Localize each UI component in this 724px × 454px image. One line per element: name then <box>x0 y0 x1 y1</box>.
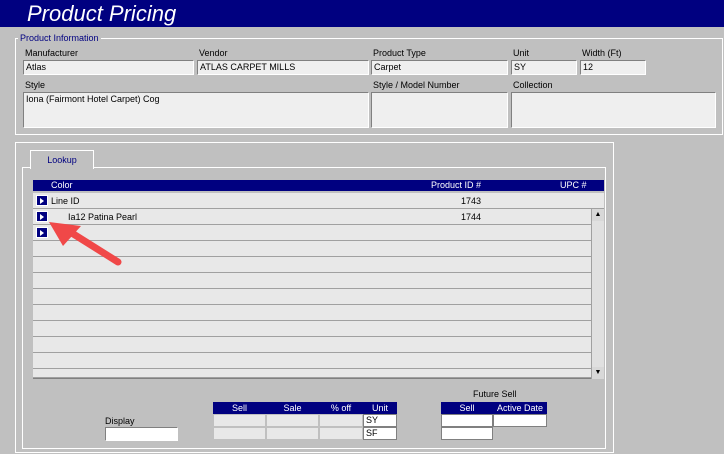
vendor-field[interactable]: ATLAS CARPET MILLS <box>197 60 369 75</box>
future-column-header-sell: Sell <box>441 402 493 414</box>
table-row[interactable] <box>33 289 591 305</box>
future-column-header-active-date: Active Date <box>493 402 547 414</box>
cell-product-id: 1744 <box>461 212 482 222</box>
price-pct-off-cell[interactable] <box>319 427 363 440</box>
unit-label: Unit <box>513 48 530 58</box>
manufacturer-label: Manufacturer <box>25 48 79 58</box>
price-pct-off-cell[interactable] <box>319 414 363 427</box>
column-header-color[interactable]: Color <box>51 180 73 191</box>
collection-label: Collection <box>513 80 553 90</box>
table-row[interactable] <box>33 305 591 321</box>
product-type-field[interactable]: Carpet <box>371 60 508 75</box>
grid-bottom-border <box>33 378 604 379</box>
annotation-arrow-icon <box>49 222 122 266</box>
style-field[interactable]: Iona (Fairmont Hotel Carpet) Cog <box>23 92 369 128</box>
collection-field[interactable] <box>511 92 716 128</box>
column-header-product-id[interactable]: Product ID # <box>431 180 481 191</box>
width-label: Width (Ft) <box>582 48 622 58</box>
future-sell-label: Future Sell <box>473 389 517 399</box>
product-information-label: Product Information <box>18 33 101 43</box>
lookup-grid-header: Color Product ID # UPC # <box>33 180 604 191</box>
table-row[interactable] <box>33 337 591 353</box>
style-label: Style <box>25 80 46 90</box>
scroll-down-icon[interactable]: ▼ <box>592 367 604 379</box>
grid-vertical-scrollbar[interactable]: ▲ ▼ <box>591 209 604 379</box>
cell-product-id: 1743 <box>461 196 482 206</box>
future-sell-field[interactable] <box>441 427 493 440</box>
price-sell-cell[interactable] <box>213 414 266 427</box>
window-title-bar: Product Pricing <box>0 0 724 27</box>
style-model-label: Style / Model Number <box>373 80 460 90</box>
style-model-field[interactable] <box>371 92 508 128</box>
price-sell-cell[interactable] <box>213 427 266 440</box>
display-field[interactable] <box>105 427 178 441</box>
price-unit-cell: SY <box>363 414 397 427</box>
product-type-label: Product Type <box>373 48 426 58</box>
cell-color: Line ID <box>51 196 80 206</box>
price-sale-cell[interactable] <box>266 427 319 440</box>
arrow-shaft <box>63 226 122 266</box>
price-unit-cell: SF <box>363 427 397 440</box>
table-row[interactable] <box>33 369 591 378</box>
scroll-up-icon[interactable]: ▲ <box>592 209 604 221</box>
display-label: Display <box>105 416 135 426</box>
column-header-upc[interactable]: UPC # <box>560 180 587 191</box>
tab-lookup[interactable]: Lookup <box>30 150 94 169</box>
table-row[interactable] <box>33 273 591 289</box>
window-title: Product Pricing <box>27 1 177 26</box>
row-selector-button[interactable] <box>36 195 48 206</box>
vendor-label: Vendor <box>199 48 228 58</box>
price-column-header-pct-off: % off <box>319 402 363 414</box>
future-active-date-field[interactable] <box>493 414 547 427</box>
price-sale-cell[interactable] <box>266 414 319 427</box>
price-column-header-unit: Unit <box>363 402 397 414</box>
future-sell-field[interactable] <box>441 414 493 427</box>
table-row[interactable]: Line ID 1743 <box>33 193 604 209</box>
price-column-header-sell: Sell <box>213 402 266 414</box>
table-row[interactable] <box>33 353 591 369</box>
price-column-header-sale: Sale <box>266 402 319 414</box>
table-row[interactable] <box>33 321 591 337</box>
unit-field[interactable]: SY <box>511 60 577 75</box>
manufacturer-field[interactable]: Atlas <box>23 60 194 75</box>
width-field[interactable]: 12 <box>580 60 646 75</box>
